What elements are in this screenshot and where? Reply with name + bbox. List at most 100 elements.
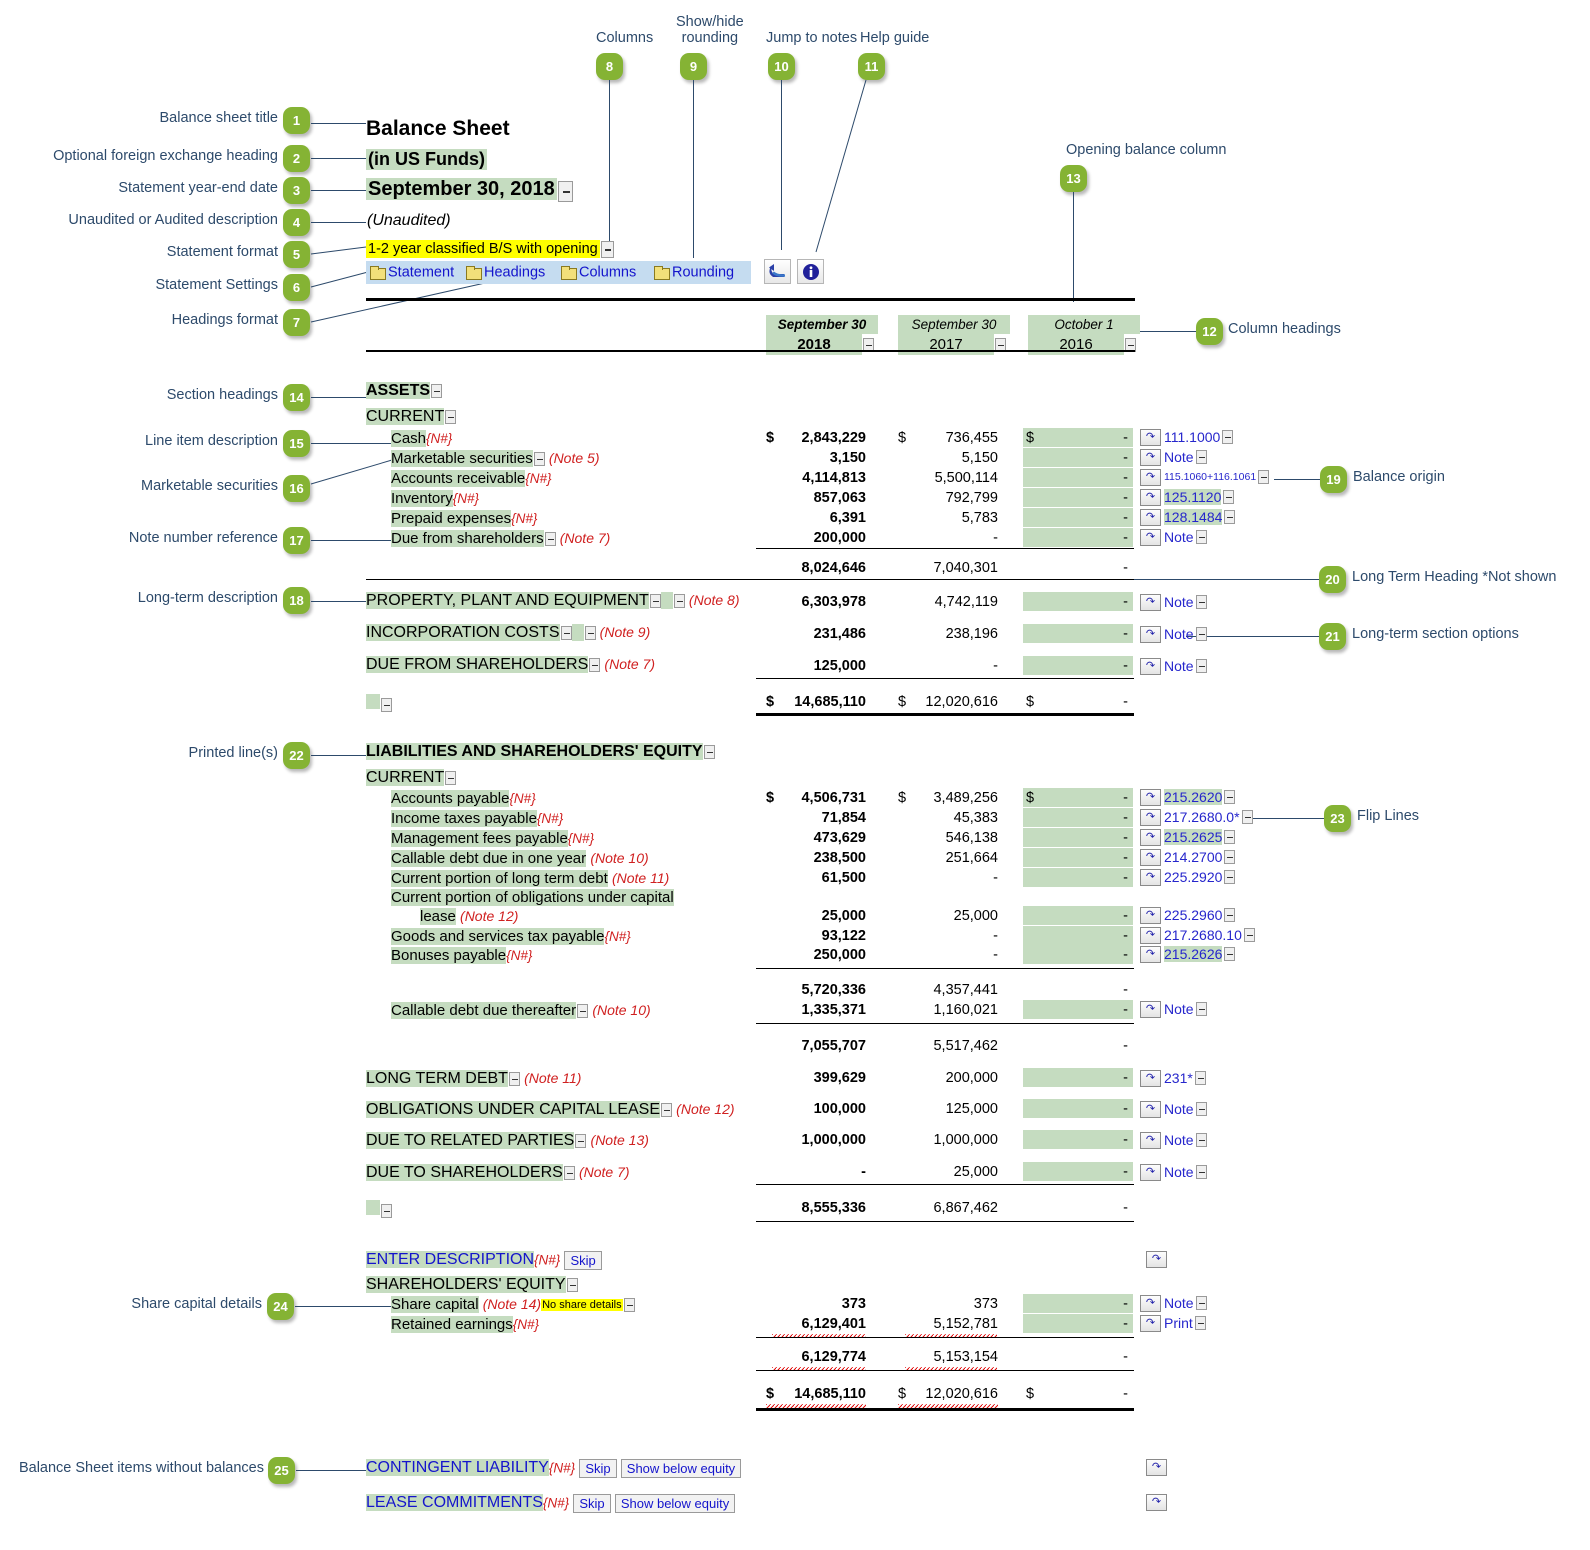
balance-origin-row[interactable]: ↷ Note bbox=[1140, 1000, 1207, 1018]
share-capital-row[interactable]: Share capital (Note 14)No share details bbox=[391, 1296, 635, 1313]
statement-format-select[interactable]: 1-2 year classified B/S with opening bbox=[366, 240, 614, 258]
line-item-dropdown-icon[interactable] bbox=[577, 1004, 589, 1019]
drill-down-icon[interactable]: ↷ bbox=[1140, 508, 1161, 526]
line-item-label[interactable]: Accounts receivable{N#} bbox=[391, 470, 552, 487]
long-term-label[interactable]: LONG TERM DEBT (Note 11) bbox=[366, 1070, 581, 1088]
total-row-dropdown-icon[interactable] bbox=[381, 1204, 392, 1219]
skip-button[interactable]: Skip bbox=[579, 1459, 617, 1478]
assets-current-dropdown-icon[interactable] bbox=[445, 410, 457, 425]
drill-down-icon[interactable]: ↷ bbox=[1140, 848, 1161, 866]
origin-dropdown-icon[interactable] bbox=[1195, 530, 1207, 545]
long-term-dropdown-icon[interactable] bbox=[649, 594, 661, 609]
line-item-label[interactable]: Callable debt due thereafter (Note 10) bbox=[391, 1002, 651, 1019]
long-term-options-icon[interactable] bbox=[673, 594, 685, 609]
long-term-dropdown-icon[interactable] bbox=[589, 658, 601, 673]
balance-origin-row[interactable]: ↷ 214.2700 bbox=[1140, 848, 1236, 866]
settings-link-headings[interactable]: Headings bbox=[466, 263, 545, 280]
line-item-label[interactable]: Bonuses payable{N#} bbox=[391, 947, 532, 964]
line-item-label[interactable]: Prepaid expenses{N#} bbox=[391, 510, 537, 527]
drill-down-icon[interactable]: ↷ bbox=[1140, 625, 1161, 643]
drill-down-icon[interactable]: ↷ bbox=[1146, 1493, 1167, 1511]
balance-origin-row[interactable]: ↷ 215.2625 bbox=[1140, 828, 1236, 846]
no-balance-drill-icon[interactable]: ↷ bbox=[1146, 1458, 1167, 1476]
origin-dropdown-icon[interactable] bbox=[1194, 1071, 1206, 1086]
liabilities-section-heading[interactable]: LIABILITIES AND SHAREHOLDERS' EQUITY bbox=[366, 743, 715, 761]
share-details-dropdown-icon[interactable] bbox=[623, 1298, 635, 1313]
line-item-label[interactable]: Cash{N#} bbox=[391, 430, 452, 447]
assets-heading-dropdown-icon[interactable] bbox=[431, 384, 443, 399]
balance-origin-row[interactable]: ↷ Note bbox=[1140, 448, 1207, 466]
drill-down-icon[interactable]: ↷ bbox=[1140, 1131, 1161, 1149]
origin-dropdown-icon[interactable] bbox=[1194, 1316, 1206, 1331]
origin-dropdown-icon[interactable] bbox=[1224, 947, 1236, 962]
balance-origin-row[interactable]: ↷ 215.2626 bbox=[1140, 945, 1236, 963]
balance-origin-row[interactable]: ↷ 115.1060+116.1061 bbox=[1140, 468, 1270, 486]
jump-to-notes-button[interactable] bbox=[764, 259, 791, 284]
long-term-dropdown-icon[interactable] bbox=[560, 626, 572, 641]
balance-origin-row[interactable]: ↷ 111.1000 bbox=[1140, 428, 1234, 446]
equity-heading[interactable]: SHAREHOLDERS' EQUITY bbox=[366, 1276, 578, 1294]
origin-dropdown-icon[interactable] bbox=[1223, 490, 1235, 505]
drill-down-icon[interactable]: ↷ bbox=[1140, 868, 1161, 886]
year-end-date-dropdown-icon[interactable] bbox=[557, 180, 573, 202]
origin-dropdown-icon[interactable] bbox=[1195, 1165, 1207, 1180]
long-term-label[interactable]: DUE FROM SHAREHOLDERS (Note 7) bbox=[366, 656, 655, 674]
equity-heading-dropdown-icon[interactable] bbox=[566, 1278, 578, 1293]
origin-dropdown-icon[interactable] bbox=[1224, 850, 1236, 865]
balance-origin-row[interactable]: ↷ 128.1484 bbox=[1140, 508, 1236, 526]
drill-down-icon[interactable]: ↷ bbox=[1140, 828, 1161, 846]
line-item-label[interactable]: Current portion of obligations under cap… bbox=[391, 889, 674, 906]
balance-origin-row[interactable]: ↷ Note bbox=[1140, 657, 1207, 675]
drill-down-icon[interactable]: ↷ bbox=[1140, 808, 1161, 826]
long-term-options-icon[interactable] bbox=[584, 626, 596, 641]
origin-dropdown-icon[interactable] bbox=[1258, 470, 1270, 485]
origin-dropdown-icon[interactable] bbox=[1224, 870, 1236, 885]
line-item-label[interactable]: Management fees payable{N#} bbox=[391, 830, 594, 847]
origin-dropdown-icon[interactable] bbox=[1195, 595, 1207, 610]
drill-down-icon[interactable]: ↷ bbox=[1140, 906, 1161, 924]
drill-down-icon[interactable]: ↷ bbox=[1140, 1163, 1161, 1181]
no-balance-drill-icon[interactable]: ↷ bbox=[1146, 1493, 1167, 1511]
long-term-label[interactable]: OBLIGATIONS UNDER CAPITAL LEASE (Note 12… bbox=[366, 1101, 735, 1119]
origin-dropdown-icon[interactable] bbox=[1195, 1102, 1207, 1117]
skip-button[interactable]: Skip bbox=[573, 1494, 611, 1513]
drill-down-icon[interactable]: ↷ bbox=[1140, 593, 1161, 611]
drill-down-icon[interactable]: ↷ bbox=[1140, 1314, 1161, 1332]
origin-dropdown-icon[interactable] bbox=[1224, 790, 1236, 805]
origin-dropdown-icon[interactable] bbox=[1195, 627, 1207, 642]
settings-link-statement[interactable]: Statement bbox=[370, 263, 454, 280]
balance-origin-row[interactable]: ↷ Note bbox=[1140, 1131, 1207, 1149]
drill-down-icon[interactable]: ↷ bbox=[1140, 657, 1161, 675]
line-item-dropdown-icon[interactable] bbox=[533, 452, 545, 467]
balance-origin-row[interactable]: ↷ Note bbox=[1140, 593, 1207, 611]
long-term-dropdown-icon[interactable] bbox=[563, 1166, 575, 1181]
line-item-label[interactable]: Accounts payable{N#} bbox=[391, 790, 536, 807]
line-item-label[interactable]: lease (Note 12) bbox=[420, 908, 518, 925]
long-term-label[interactable]: INCORPORATION COSTS (Note 9) bbox=[366, 624, 650, 642]
statement-format-dropdown-icon[interactable] bbox=[600, 240, 614, 258]
line-item-label[interactable]: Income taxes payable{N#} bbox=[391, 810, 563, 827]
drill-down-icon[interactable]: ↷ bbox=[1140, 926, 1161, 944]
origin-dropdown-icon[interactable] bbox=[1195, 1133, 1207, 1148]
line-item-label[interactable]: Current portion of long term debt (Note … bbox=[391, 870, 669, 887]
balance-origin-row[interactable]: ↷ 215.2620 bbox=[1140, 788, 1236, 806]
balance-origin-row[interactable]: ↷ Note bbox=[1140, 1163, 1207, 1181]
origin-dropdown-icon[interactable] bbox=[1195, 659, 1207, 674]
drill-down-icon[interactable]: ↷ bbox=[1140, 1100, 1161, 1118]
settings-link-columns[interactable]: Columns bbox=[561, 263, 636, 280]
line-item-label[interactable]: Due from shareholders (Note 7) bbox=[391, 530, 610, 547]
long-term-label[interactable]: DUE TO SHAREHOLDERS (Note 7) bbox=[366, 1164, 630, 1182]
enter-description-row[interactable]: ENTER DESCRIPTION{N#} Skip bbox=[366, 1251, 602, 1270]
drill-down-icon[interactable]: ↷ bbox=[1140, 528, 1161, 546]
drill-down-icon[interactable]: ↷ bbox=[1146, 1250, 1167, 1268]
show-below-equity-button[interactable]: Show below equity bbox=[614, 1494, 736, 1513]
line-item-label[interactable]: Goods and services tax payable{N#} bbox=[391, 928, 631, 945]
origin-dropdown-icon[interactable] bbox=[1241, 810, 1253, 825]
share-details-tag[interactable]: No share details bbox=[541, 1299, 623, 1312]
assets-section-heading[interactable]: ASSETS bbox=[366, 382, 443, 400]
balance-origin-row[interactable]: ↷ Note bbox=[1140, 625, 1207, 643]
balance-origin-row[interactable]: ↷ Note bbox=[1140, 528, 1207, 546]
drill-down-icon[interactable]: ↷ bbox=[1140, 448, 1161, 466]
balance-origin-row[interactable]: ↷ 225.2920 bbox=[1140, 868, 1236, 886]
origin-dropdown-icon[interactable] bbox=[1222, 430, 1234, 445]
